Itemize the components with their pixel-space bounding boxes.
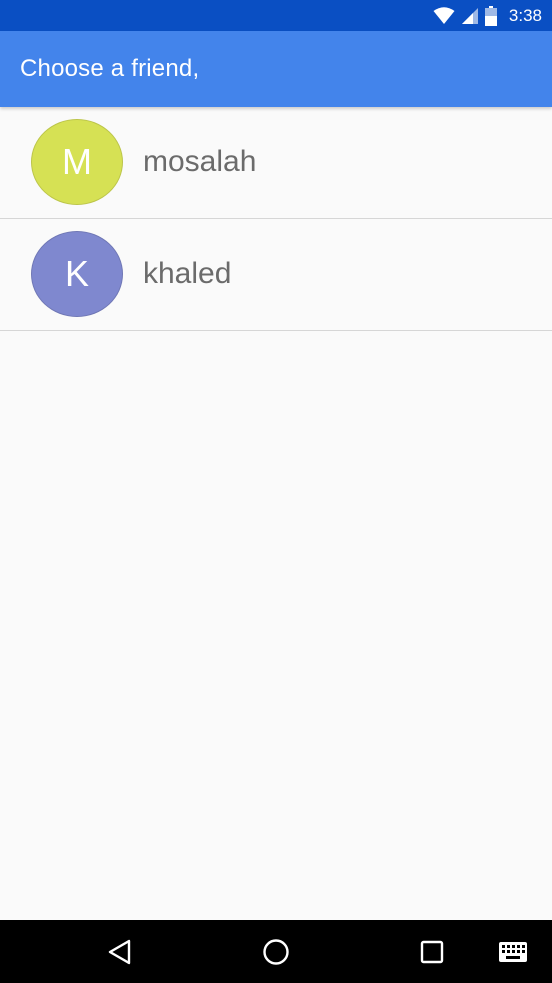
friend-name: mosalah	[143, 145, 257, 178]
page-title: Choose a friend,	[20, 55, 200, 82]
avatar: M	[31, 119, 123, 205]
app-bar: Choose a friend,	[0, 31, 552, 107]
friend-name: khaled	[143, 257, 232, 290]
friend-list: M mosalah K khaled	[0, 107, 552, 331]
avatar-initial: K	[64, 253, 89, 294]
status-time: 3:38	[508, 5, 542, 25]
avatar-initial: M	[62, 141, 92, 182]
recents-button[interactable]	[404, 920, 460, 983]
signal-icon	[461, 7, 479, 25]
home-button[interactable]	[248, 920, 304, 983]
battery-icon	[484, 5, 497, 26]
keyboard-icon	[499, 941, 527, 962]
nav-bar	[0, 920, 552, 983]
keyboard-button[interactable]	[486, 920, 540, 983]
status-icons: 3:38	[433, 0, 542, 31]
avatar: K	[31, 231, 123, 317]
home-icon	[262, 938, 290, 966]
back-button[interactable]	[92, 920, 148, 983]
friend-row-mosalah[interactable]: M mosalah	[0, 107, 552, 219]
back-icon	[107, 939, 133, 965]
recents-icon	[420, 940, 444, 964]
friend-row-khaled[interactable]: K khaled	[0, 219, 552, 331]
status-bar: 3:38	[0, 0, 552, 31]
wifi-icon	[433, 6, 455, 25]
